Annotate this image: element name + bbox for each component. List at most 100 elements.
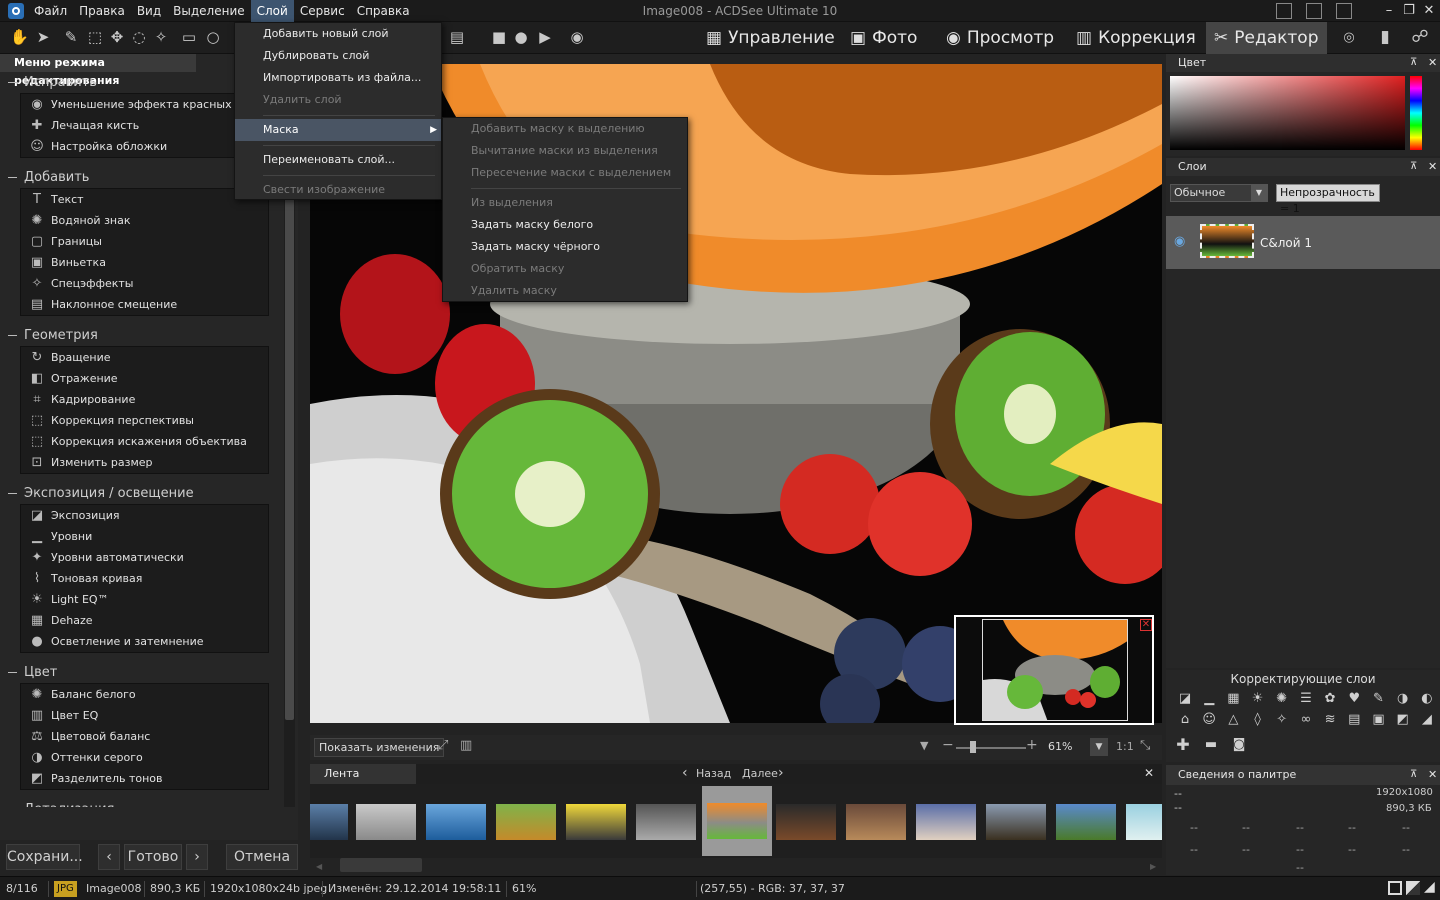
tool-white-balance[interactable]: ✺ Баланс белого (21, 684, 268, 705)
zoom-slider[interactable] (956, 747, 1026, 749)
sparkle-adjust-icon[interactable]: ✧ (1273, 711, 1291, 729)
tool-watermark[interactable]: ✺ Водяной знак (21, 210, 268, 231)
close-navigator-icon[interactable]: ✕ (1140, 619, 1152, 631)
mode-edit[interactable]: ✂ Редактор (1206, 22, 1327, 54)
mode-manage[interactable]: ▦ Управление (698, 22, 843, 54)
drop-adjust-icon[interactable]: ◊ (1249, 711, 1267, 729)
menu-item-set-black-mask[interactable]: Задать маску чёрного (443, 236, 687, 258)
tool-tilt-shift[interactable]: ▤ Наклонное смещение (21, 294, 268, 315)
thumbnail[interactable] (776, 804, 836, 840)
share-icon[interactable]: ☍ (1408, 28, 1432, 46)
menu-item-add-mask-to-selection[interactable]: Добавить маску к выделению (443, 118, 687, 140)
left-panel-scroll-thumb[interactable] (285, 150, 294, 720)
menu-item-delete-mask[interactable]: Удалить маску (443, 280, 687, 302)
photo-adjust-icon[interactable]: ▣ (1370, 711, 1388, 729)
play-icon[interactable]: ▶ (536, 28, 554, 46)
scroll-right-icon[interactable]: ▶ (1150, 862, 1156, 871)
color-wheel-adjust-icon[interactable]: ✿ (1321, 690, 1339, 708)
zoom-menu-icon[interactable]: ▼ (1090, 738, 1108, 756)
histogram-icon[interactable]: ▥ (460, 738, 472, 753)
layers-adjust-icon[interactable]: ≋ (1321, 711, 1339, 729)
view-split-icon[interactable] (1406, 881, 1420, 895)
rect-select-icon[interactable]: ▭ (180, 28, 198, 46)
menu-item-intersect-mask[interactable]: Пересечение маски с выделением (443, 162, 687, 184)
menu-edit[interactable]: Правка (73, 0, 131, 22)
mode-view[interactable]: ◉ Просмотр (938, 22, 1062, 54)
filmstrip-back[interactable]: Назад (696, 767, 731, 780)
tool-grayscale[interactable]: ◑ Оттенки серого (21, 747, 268, 768)
tool-split-tone[interactable]: ◩ Разделитель тонов (21, 768, 268, 789)
gradient-adjust-icon[interactable]: ▤ (1345, 711, 1363, 729)
pin-icon[interactable]: ⊼ (1410, 54, 1417, 72)
light-eq-adjust-icon[interactable]: ☀ (1249, 690, 1267, 708)
panel-layout-bottom-icon[interactable] (1306, 3, 1322, 19)
opacity-field[interactable]: Непрозрачность = 1 (1276, 184, 1380, 215)
menu-selection[interactable]: Выделение (167, 0, 250, 22)
tool-light-eq[interactable]: ☀ Light EQ™ (21, 589, 268, 610)
restore-icon[interactable]: ❐ (1398, 1, 1420, 21)
menu-file[interactable]: Файл (28, 0, 73, 22)
next-arrow-icon[interactable]: › (186, 844, 208, 870)
menu-item-duplicate-layer[interactable]: Дублировать слой (235, 45, 441, 67)
transform-icon[interactable]: ✥ (108, 28, 126, 46)
thumbnail[interactable] (566, 804, 626, 840)
tool-special-effects[interactable]: ✧ Спецэффекты (21, 273, 268, 294)
layer-name[interactable]: С&лой 1 (1260, 236, 1312, 250)
tool-color-balance[interactable]: ⚖ Цветовой баланс (21, 726, 268, 747)
stop-icon[interactable]: ■ (490, 28, 508, 46)
cancel-button[interactable]: Отмена (226, 844, 298, 870)
view-normal-icon[interactable] (1388, 881, 1402, 895)
thumbnail-selected[interactable] (702, 786, 772, 856)
menu-item-rename-layer[interactable]: Переименовать слой... (235, 149, 441, 171)
tool-perspective[interactable]: ⬚ Коррекция перспективы (21, 410, 268, 431)
mode-photo[interactable]: ▣ Фото (842, 22, 925, 54)
navigator-viewport[interactable] (982, 619, 1128, 721)
thumbnail[interactable] (916, 804, 976, 840)
section-header[interactable]: Детализация (0, 799, 280, 807)
tool-red-eye[interactable]: ◉ Уменьшение эффекта красных глаз (21, 94, 268, 115)
tool-borders[interactable]: ▢ Границы (21, 231, 268, 252)
done-button[interactable]: Готово (124, 844, 182, 870)
close-panel-icon[interactable]: ✕ (1428, 158, 1437, 176)
white-balance-adjust-icon[interactable]: ✺ (1273, 690, 1291, 708)
section-header[interactable]: Геометрия (0, 325, 280, 346)
menu-item-mask[interactable]: Маска ▶ (235, 119, 441, 141)
thumbnail[interactable] (356, 804, 416, 840)
heart-adjust-icon[interactable]: ♥ (1345, 690, 1363, 708)
thumbnail[interactable] (986, 804, 1046, 840)
fit-icon[interactable]: ⤡ (1140, 738, 1150, 753)
menu-item-import-from-file[interactable]: Импортировать из файла... (235, 67, 441, 89)
thumbnail[interactable] (426, 804, 486, 840)
menu-item-set-white-mask[interactable]: Задать маску белого (443, 214, 687, 236)
tool-levels[interactable]: ▁ Уровни (21, 526, 268, 547)
menu-item-subtract-mask[interactable]: Вычитание маски из выделения (443, 140, 687, 162)
brush-adjust-icon[interactable]: ✎ (1370, 690, 1388, 708)
magic-wand-icon[interactable]: ✧ (152, 28, 170, 46)
pencil-adjust-icon[interactable]: ◩ (1394, 711, 1412, 729)
navigator-preview[interactable]: ✕ (954, 615, 1154, 725)
back-arrow-icon[interactable]: ‹ (682, 765, 688, 781)
exposure-adjust-icon[interactable]: ◪ (1176, 690, 1194, 708)
menu-help[interactable]: Справка (351, 0, 416, 22)
close-panel-icon[interactable]: ✕ (1428, 54, 1437, 72)
scroll-left-icon[interactable]: ◀ (316, 862, 322, 871)
close-filmstrip-icon[interactable]: ✕ (1144, 766, 1154, 780)
next-arrow-icon[interactable]: › (778, 765, 784, 781)
tool-auto-levels[interactable]: ✦ Уровни автоматически (21, 547, 268, 568)
zoom-in-icon[interactable]: + (1026, 737, 1038, 753)
fullscreen-icon[interactable]: ⤢ (438, 738, 448, 753)
mask-icon[interactable]: ◙ (1230, 736, 1248, 754)
layer-row[interactable]: ◉ С&лой 1 (1166, 216, 1440, 269)
tool-skin-tune[interactable]: ☺ Настройка обложки (21, 136, 268, 157)
close-icon[interactable]: ✕ (1418, 1, 1440, 21)
actual-size-button[interactable]: 1:1 (1116, 740, 1134, 753)
minimize-icon[interactable]: – (1378, 1, 1400, 21)
acdsee-365-icon[interactable]: ◎ (1338, 29, 1360, 47)
menu-view[interactable]: Вид (131, 0, 167, 22)
filmstrip-scroll-thumb[interactable] (340, 858, 422, 872)
panel-layout-left-icon[interactable] (1276, 3, 1292, 19)
lasso-icon[interactable]: ◌ (130, 28, 148, 46)
tool-dehaze[interactable]: ▦ Dehaze (21, 610, 268, 631)
split-tone-adjust-icon[interactable]: ◐ (1418, 690, 1436, 708)
camera-adjust-icon[interactable]: ⌂ (1176, 711, 1194, 729)
